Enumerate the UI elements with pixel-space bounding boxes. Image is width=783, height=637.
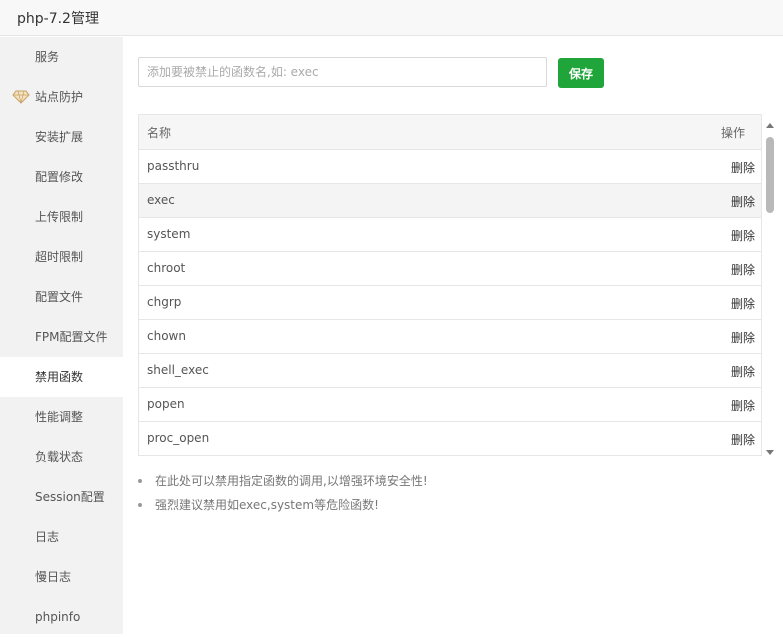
function-name: chroot xyxy=(147,261,186,275)
save-button[interactable]: 保存 xyxy=(558,58,604,88)
sidebar-item-label: FPM配置文件 xyxy=(35,330,108,344)
title-bar: php-7.2管理 xyxy=(0,0,783,36)
sidebar-item-config-file[interactable]: 配置文件 xyxy=(0,277,123,317)
delete-link[interactable]: 删除 xyxy=(731,329,755,346)
sidebar-item-label: 禁用函数 xyxy=(35,370,84,384)
sidebar-item-label: 安装扩展 xyxy=(35,130,84,144)
help-notes: 在此处可以禁用指定函数的调用,以增强环境安全性! 强烈建议禁用如exec,sys… xyxy=(138,469,738,517)
sidebar-item-label: 配置文件 xyxy=(35,290,84,304)
sidebar-item-upload-limit[interactable]: 上传限制 xyxy=(0,197,123,237)
note-item: 在此处可以禁用指定函数的调用,以增强环境安全性! xyxy=(138,469,738,493)
scrollbar-thumb[interactable] xyxy=(766,137,774,213)
delete-link[interactable]: 删除 xyxy=(731,261,755,278)
note-item: 强烈建议禁用如exec,system等危险函数! xyxy=(138,493,738,517)
delete-link[interactable]: 删除 xyxy=(731,193,755,210)
sidebar-item-label: Session配置 xyxy=(35,490,105,504)
sidebar-item-slow-log[interactable]: 慢日志 xyxy=(0,557,123,597)
scroll-up-arrow-icon[interactable] xyxy=(766,123,774,128)
delete-link[interactable]: 删除 xyxy=(731,363,755,380)
table-row: passthru 删除 xyxy=(139,150,761,184)
table-scrollbar[interactable] xyxy=(764,120,778,458)
delete-link[interactable]: 删除 xyxy=(731,397,755,414)
sidebar-item-site-protection[interactable]: 站点防护 xyxy=(0,77,123,117)
function-name: chgrp xyxy=(147,295,182,309)
table-row: chown 删除 xyxy=(139,320,761,354)
sidebar-item-label: 超时限制 xyxy=(35,250,84,264)
table-row: system 删除 xyxy=(139,218,761,252)
sidebar-item-label: 上传限制 xyxy=(35,210,84,224)
function-name: chown xyxy=(147,329,186,343)
function-name: exec xyxy=(147,193,175,207)
delete-link[interactable]: 删除 xyxy=(731,159,755,176)
function-name: popen xyxy=(147,397,185,411)
sidebar-item-label: 日志 xyxy=(35,530,60,544)
sidebar-item-config-edit[interactable]: 配置修改 xyxy=(0,157,123,197)
table-row: chgrp 删除 xyxy=(139,286,761,320)
sidebar-item-performance[interactable]: 性能调整 xyxy=(0,397,123,437)
sidebar-item-label: 负载状态 xyxy=(35,450,84,464)
sidebar-item-phpinfo[interactable]: phpinfo xyxy=(0,597,123,637)
table-row: popen 删除 xyxy=(139,388,761,422)
sidebar-item-label: 配置修改 xyxy=(35,170,84,184)
sidebar-item-label: 服务 xyxy=(35,50,60,64)
table-row: chroot 删除 xyxy=(139,252,761,286)
column-header-name: 名称 xyxy=(147,126,172,140)
table-row: proc_open 删除 xyxy=(139,422,761,455)
delete-link[interactable]: 删除 xyxy=(731,431,755,448)
function-name: shell_exec xyxy=(147,363,209,377)
sidebar: 服务 站点防护 安装扩展 配置修改 上传限制 超时限制 配置文件 FPM配置文件… xyxy=(0,37,123,634)
sidebar-item-label: 慢日志 xyxy=(35,570,72,584)
sidebar-item-disabled-functions[interactable]: 禁用函数 xyxy=(0,357,123,397)
function-name-input[interactable] xyxy=(138,57,547,87)
sidebar-item-extensions[interactable]: 安装扩展 xyxy=(0,117,123,157)
sidebar-item-label: phpinfo xyxy=(35,610,81,624)
sidebar-item-service[interactable]: 服务 xyxy=(0,37,123,77)
scroll-down-arrow-icon[interactable] xyxy=(766,450,774,455)
sidebar-item-session-config[interactable]: Session配置 xyxy=(0,477,123,517)
sidebar-item-label: 站点防护 xyxy=(35,90,84,104)
function-name: proc_open xyxy=(147,431,210,445)
gem-icon xyxy=(12,90,30,104)
function-name: system xyxy=(147,227,191,241)
table-row: exec 删除 xyxy=(139,184,761,218)
delete-link[interactable]: 删除 xyxy=(731,295,755,312)
main-panel: 保存 名称 操作 passthru 删除 exec 删除 system 删除 c… xyxy=(123,37,783,634)
function-name: passthru xyxy=(147,159,200,173)
disabled-functions-table: 名称 操作 passthru 删除 exec 删除 system 删除 chro… xyxy=(138,114,762,456)
delete-link[interactable]: 删除 xyxy=(731,227,755,244)
sidebar-item-log[interactable]: 日志 xyxy=(0,517,123,557)
sidebar-item-fpm-config[interactable]: FPM配置文件 xyxy=(0,317,123,357)
table-header: 名称 操作 xyxy=(139,115,761,150)
table-row: shell_exec 删除 xyxy=(139,354,761,388)
sidebar-item-load-status[interactable]: 负载状态 xyxy=(0,437,123,477)
column-header-action: 操作 xyxy=(720,126,745,140)
window-title: php-7.2管理 xyxy=(17,11,99,27)
sidebar-item-label: 性能调整 xyxy=(35,410,84,424)
sidebar-item-timeout-limit[interactable]: 超时限制 xyxy=(0,237,123,277)
